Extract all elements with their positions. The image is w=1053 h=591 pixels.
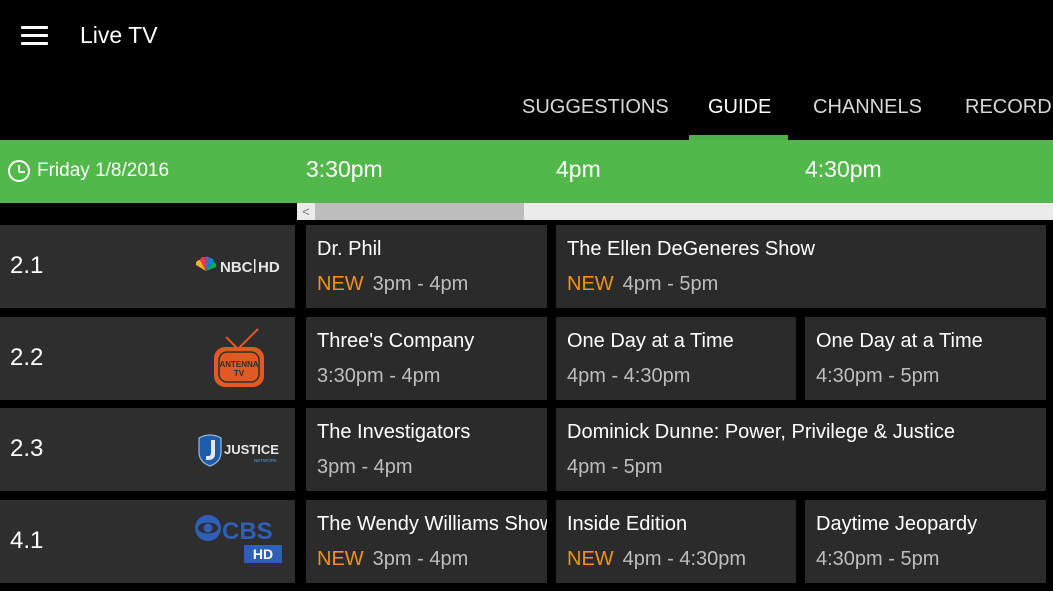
svg-text:JUSTICE: JUSTICE — [224, 442, 279, 457]
new-badge: NEW — [567, 548, 614, 570]
guide-row: 4.1 CBS HD The Wendy Williams Show NEW 3p… — [0, 500, 1053, 583]
program-cell[interactable]: One Day at a Time 4:30pm - 5pm — [805, 317, 1046, 400]
channel-number: 2.1 — [10, 252, 44, 279]
program-time: 3:30pm - 4pm — [317, 365, 441, 387]
svg-text:NBC: NBC — [220, 259, 253, 276]
program-time: 4pm - 5pm — [622, 273, 719, 295]
program-title: One Day at a Time — [567, 330, 734, 352]
program-cell[interactable]: Dr. Phil NEW 3pm - 4pm — [306, 225, 547, 308]
svg-text:HD: HD — [258, 259, 280, 276]
channel-cell[interactable]: 2.1 NBC HD — [0, 225, 295, 308]
program-title: Dominick Dunne: Power, Privilege & Justi… — [567, 421, 955, 443]
cbs-hd-logo: CBS HD — [195, 515, 282, 563]
program-title: One Day at a Time — [816, 330, 983, 352]
program-title: Daytime Jeopardy — [816, 513, 978, 535]
scroll-left-icon[interactable]: < — [297, 203, 315, 220]
guide-row: 2.2 ANTENNA TV Three's Company 3:30pm - … — [0, 317, 1053, 400]
tab-recordings[interactable]: RECORDI — [965, 82, 1053, 140]
program-cell[interactable]: Three's Company 3:30pm - 4pm — [306, 317, 547, 400]
tab-suggestions[interactable]: SUGGESTIONS — [522, 82, 669, 140]
program-time-line: NEW 3pm - 4pm — [317, 273, 468, 296]
program-time: 4:30pm - 5pm — [816, 365, 940, 387]
justice-network-logo: JUSTICE NETWORK — [198, 434, 279, 467]
program-time: 4pm - 4:30pm — [567, 365, 691, 387]
guide-date[interactable]: Friday 1/8/2016 — [37, 160, 169, 182]
tab-guide[interactable]: GUIDE — [708, 82, 771, 140]
app-title: Live TV — [80, 22, 158, 48]
program-cell[interactable]: The Investigators 3pm - 4pm — [306, 408, 547, 491]
channel-cell[interactable]: 2.3 JUSTICE NETWORK — [0, 408, 295, 491]
new-badge: NEW — [317, 548, 364, 570]
program-cell[interactable]: One Day at a Time 4pm - 4:30pm — [556, 317, 796, 400]
guide-row: 2.1 NBC HD Dr. Phil NEW 3pm - 4pm The Ell… — [0, 225, 1053, 308]
program-time: 4pm - 5pm — [567, 456, 663, 478]
svg-text:NETWORK: NETWORK — [254, 458, 277, 463]
new-badge: NEW — [567, 273, 614, 295]
scrollbar-thumb[interactable] — [315, 203, 524, 220]
svg-text:HD: HD — [253, 546, 273, 562]
program-cell[interactable]: Inside Edition NEW 4pm - 4:30pm — [556, 500, 796, 583]
time-bar: Friday 1/8/2016 3:30pm 4pm 4:30pm — [0, 140, 1053, 203]
program-time: 4pm - 4:30pm — [622, 548, 747, 570]
program-cell[interactable]: The Wendy Williams Show NEW 3pm - 4pm — [306, 500, 547, 583]
program-title: Three's Company — [317, 330, 475, 352]
program-cell[interactable]: Dominick Dunne: Power, Privilege & Justi… — [556, 408, 1046, 491]
time-slot-label: 3:30pm — [306, 156, 383, 182]
svg-text:ANTENNA: ANTENNA — [219, 360, 258, 369]
channel-cell[interactable]: 4.1 CBS HD — [0, 500, 295, 583]
program-time-line: NEW 4pm - 4:30pm — [567, 548, 746, 571]
new-badge: NEW — [317, 273, 364, 295]
hamburger-menu-icon[interactable] — [14, 18, 54, 54]
program-title: The Investigators — [317, 421, 471, 443]
svg-text:TV: TV — [234, 369, 245, 378]
channel-cell[interactable]: 2.2 ANTENNA TV — [0, 317, 295, 400]
program-cell[interactable]: Daytime Jeopardy 4:30pm - 5pm — [805, 500, 1046, 583]
svg-text:CBS: CBS — [222, 518, 273, 545]
program-time-line: NEW 4pm - 5pm — [567, 273, 718, 296]
guide-row: 2.3 JUSTICE NETWORK The Investigators 3p… — [0, 408, 1053, 491]
time-slot-label: 4pm — [556, 156, 601, 182]
horizontal-scrollbar[interactable]: < — [297, 203, 1053, 220]
program-time: 4:30pm - 5pm — [816, 548, 940, 570]
program-time: 3pm - 4pm — [372, 548, 469, 570]
channel-number: 2.3 — [10, 435, 44, 462]
program-cell[interactable]: The Ellen DeGeneres Show NEW 4pm - 5pm — [556, 225, 1046, 308]
time-slot-label: 4:30pm — [805, 156, 882, 182]
channel-number: 4.1 — [10, 527, 44, 554]
program-time: 3pm - 4pm — [317, 456, 413, 478]
program-time: 3pm - 4pm — [372, 273, 469, 295]
program-time-line: NEW 3pm - 4pm — [317, 548, 468, 571]
program-title: Inside Edition — [567, 513, 688, 535]
program-title: The Wendy Williams Show — [317, 513, 547, 535]
channel-number: 2.2 — [10, 344, 44, 371]
tab-bar: SUGGESTIONS GUIDE CHANNELS RECORDI — [0, 82, 1053, 140]
clock-icon — [8, 160, 30, 182]
tab-channels[interactable]: CHANNELS — [813, 82, 922, 140]
app-bar: Live TV SUGGESTIONS GUIDE CHANNELS RECOR… — [0, 0, 1053, 140]
antenna-tv-logo: ANTENNA TV — [214, 328, 264, 387]
program-title: Dr. Phil — [317, 238, 382, 260]
program-title: The Ellen DeGeneres Show — [567, 238, 815, 260]
nbc-hd-logo: NBC HD — [195, 256, 280, 276]
